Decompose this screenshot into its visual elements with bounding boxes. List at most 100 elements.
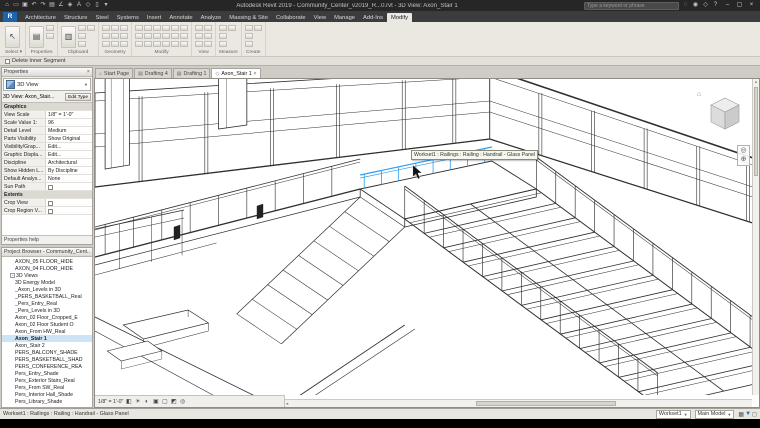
tool-icon[interactable]	[144, 33, 153, 39]
help-icon[interactable]: ?	[711, 1, 720, 10]
search-input[interactable]	[587, 2, 676, 9]
view-scale-button[interactable]: 1/8" = 1'-0"	[98, 399, 123, 405]
modify-tool-button[interactable]: ↖	[5, 25, 20, 48]
exchange-apps-icon[interactable]: ◇	[701, 1, 710, 10]
workset-dropdown[interactable]: Workset1 ▼	[655, 409, 691, 419]
tool-icon[interactable]	[46, 25, 55, 31]
vertical-scroll-thumb[interactable]	[754, 87, 758, 176]
steering-wheel-icon[interactable]: ◎	[740, 147, 746, 155]
horizontal-scroll-thumb[interactable]	[475, 401, 616, 406]
crop-view-icon[interactable]: ▣	[152, 398, 159, 405]
app-home-icon[interactable]: ⌂	[3, 1, 11, 10]
tool-icon[interactable]	[102, 33, 111, 39]
3d-view-icon[interactable]: ◇	[84, 1, 92, 10]
qat-customize-icon[interactable]: ▾	[102, 1, 110, 10]
instance-name[interactable]: 3D View: Axon_Stair...	[3, 94, 64, 100]
paste-button[interactable]: ▥	[61, 25, 77, 48]
viewcube-home-icon[interactable]: ⌂	[697, 91, 701, 98]
ribbon-tab-add-ins[interactable]: Add-Ins	[359, 13, 387, 22]
property-value[interactable]: Show Original	[46, 135, 92, 142]
tree-item-axon-02-floor-cropped-e[interactable]: Axon_02 Floor_Cropped_E	[2, 314, 92, 321]
view-tab-start-page[interactable]: ⌂ Start Page	[95, 68, 134, 78]
text-icon[interactable]: A	[75, 1, 83, 10]
editable-only-icon[interactable]: ▦	[738, 411, 744, 418]
tool-icon[interactable]	[153, 41, 162, 47]
ribbon-tab-systems[interactable]: Systems	[113, 13, 143, 22]
view-tab-drafting-4[interactable]: ▤ Drafting 4	[134, 68, 172, 78]
tool-icon[interactable]	[102, 41, 111, 47]
property-value[interactable]: None	[46, 175, 92, 182]
tool-icon[interactable]	[78, 41, 87, 47]
tool-icon[interactable]	[153, 25, 162, 31]
tool-icon[interactable]	[244, 25, 253, 31]
tool-icon[interactable]	[135, 25, 144, 31]
tool-icon[interactable]	[153, 33, 162, 39]
tool-icon[interactable]	[195, 33, 204, 39]
tree-item-axon-04-floor-hide[interactable]: AXON_04 FLOOR_HIDE	[2, 265, 92, 272]
type-selector[interactable]: 3D View ▼	[3, 78, 91, 91]
property-value[interactable]	[46, 207, 92, 214]
tool-icon[interactable]	[162, 33, 171, 39]
property-value[interactable]: Edit...	[46, 143, 92, 150]
tool-icon[interactable]	[162, 25, 171, 31]
tool-icon[interactable]	[180, 25, 189, 31]
tool-icon[interactable]	[171, 41, 180, 47]
tree-item-pers-entry-real[interactable]: _Pers_Entry_Real	[2, 300, 92, 307]
tool-icon[interactable]	[171, 33, 180, 39]
tool-icon[interactable]	[87, 25, 96, 31]
horizontal-scrollbar[interactable]: ◄	[285, 399, 752, 407]
viewcube[interactable]: ⌂	[697, 91, 743, 135]
tree-item-pers-conference-rea[interactable]: PERS_CONFERENCE_REA	[2, 363, 92, 370]
tool-icon[interactable]	[111, 25, 120, 31]
tree-item-axon-levels-in-3d[interactable]: _Axon_Levels in 3D	[2, 286, 92, 293]
tree-item-pers-interior-hall-shade[interactable]: Pers_Interior Hall_Shade	[2, 391, 92, 398]
tool-icon[interactable]	[120, 41, 129, 47]
tree-item-axon-02-floor-student-o[interactable]: Axon_02 Floor Student O	[2, 321, 92, 328]
filter-icon[interactable]: ▼	[745, 411, 751, 417]
redo-icon[interactable]: ↷	[39, 1, 47, 10]
property-value[interactable]	[46, 199, 92, 206]
tree-item-pers-library-shade[interactable]: Pers_Library_Shade	[2, 398, 92, 405]
tool-icon[interactable]	[253, 25, 262, 31]
shadows-icon[interactable]: ◐	[143, 399, 150, 405]
ribbon-tab-view[interactable]: View	[310, 13, 330, 22]
tool-icon[interactable]	[180, 41, 189, 47]
tool-icon[interactable]	[111, 33, 120, 39]
tree-item-pers-exterior-stairs-real[interactable]: Pers_Exterior Stairs_Real	[2, 377, 92, 384]
tree-item-pers-basketball-real[interactable]: _PERS_BASKETBALL_Real	[2, 293, 92, 300]
tool-icon[interactable]	[144, 41, 153, 47]
ribbon-tab-massing-site[interactable]: Massing & Site	[225, 13, 272, 22]
scroll-up-icon[interactable]: ▲	[754, 79, 758, 85]
save-icon[interactable]: ▣	[21, 1, 29, 10]
property-checkbox[interactable]	[48, 184, 53, 190]
tree-item-3d-views[interactable]: -3D Views	[2, 272, 92, 279]
minimize-button[interactable]: –	[722, 1, 733, 10]
property-value[interactable]: 1/8" = 1'-0"	[46, 111, 92, 118]
property-value[interactable]: By Discipline	[46, 167, 92, 174]
delete-inner-segment-checkbox[interactable]	[5, 58, 10, 64]
tree-item-axon-stair-1[interactable]: Axon_Stair 1	[2, 335, 92, 342]
design-option-dropdown[interactable]: Main Model ▼	[694, 409, 735, 419]
view-tab-drafting-1[interactable]: ▤ Drafting 1	[172, 68, 211, 78]
tree-item-axon-from-hw-real[interactable]: Axon_From HW_Real	[2, 328, 92, 335]
tool-icon[interactable]	[78, 25, 87, 31]
tool-icon[interactable]	[135, 41, 144, 47]
tool-icon[interactable]	[120, 25, 129, 31]
edit-type-button[interactable]: Edit Type	[65, 93, 91, 101]
open-icon[interactable]: ▭	[12, 1, 20, 10]
ribbon-tab-structure[interactable]: Structure	[60, 13, 92, 22]
viewcube-cube[interactable]	[699, 91, 743, 135]
section-icon[interactable]: ▯	[93, 1, 101, 10]
ribbon-tab-architecture[interactable]: Architecture	[21, 13, 60, 22]
property-value[interactable]: Medium	[46, 127, 92, 134]
vertical-scrollbar[interactable]: ▲	[752, 79, 759, 395]
property-value[interactable]: Edit...	[46, 151, 92, 158]
tree-item-pers-entry-shade[interactable]: Pers_Entry_Shade	[2, 370, 92, 377]
tool-icon[interactable]	[244, 41, 253, 47]
undo-icon[interactable]: ↶	[30, 1, 38, 10]
tool-icon[interactable]	[244, 33, 253, 39]
tree-item-pers-from-sw-real[interactable]: Pers_From SW_Real	[2, 384, 92, 391]
property-value[interactable]: Architectural	[46, 159, 92, 166]
tool-icon[interactable]	[204, 33, 213, 39]
tool-icon[interactable]	[111, 41, 120, 47]
